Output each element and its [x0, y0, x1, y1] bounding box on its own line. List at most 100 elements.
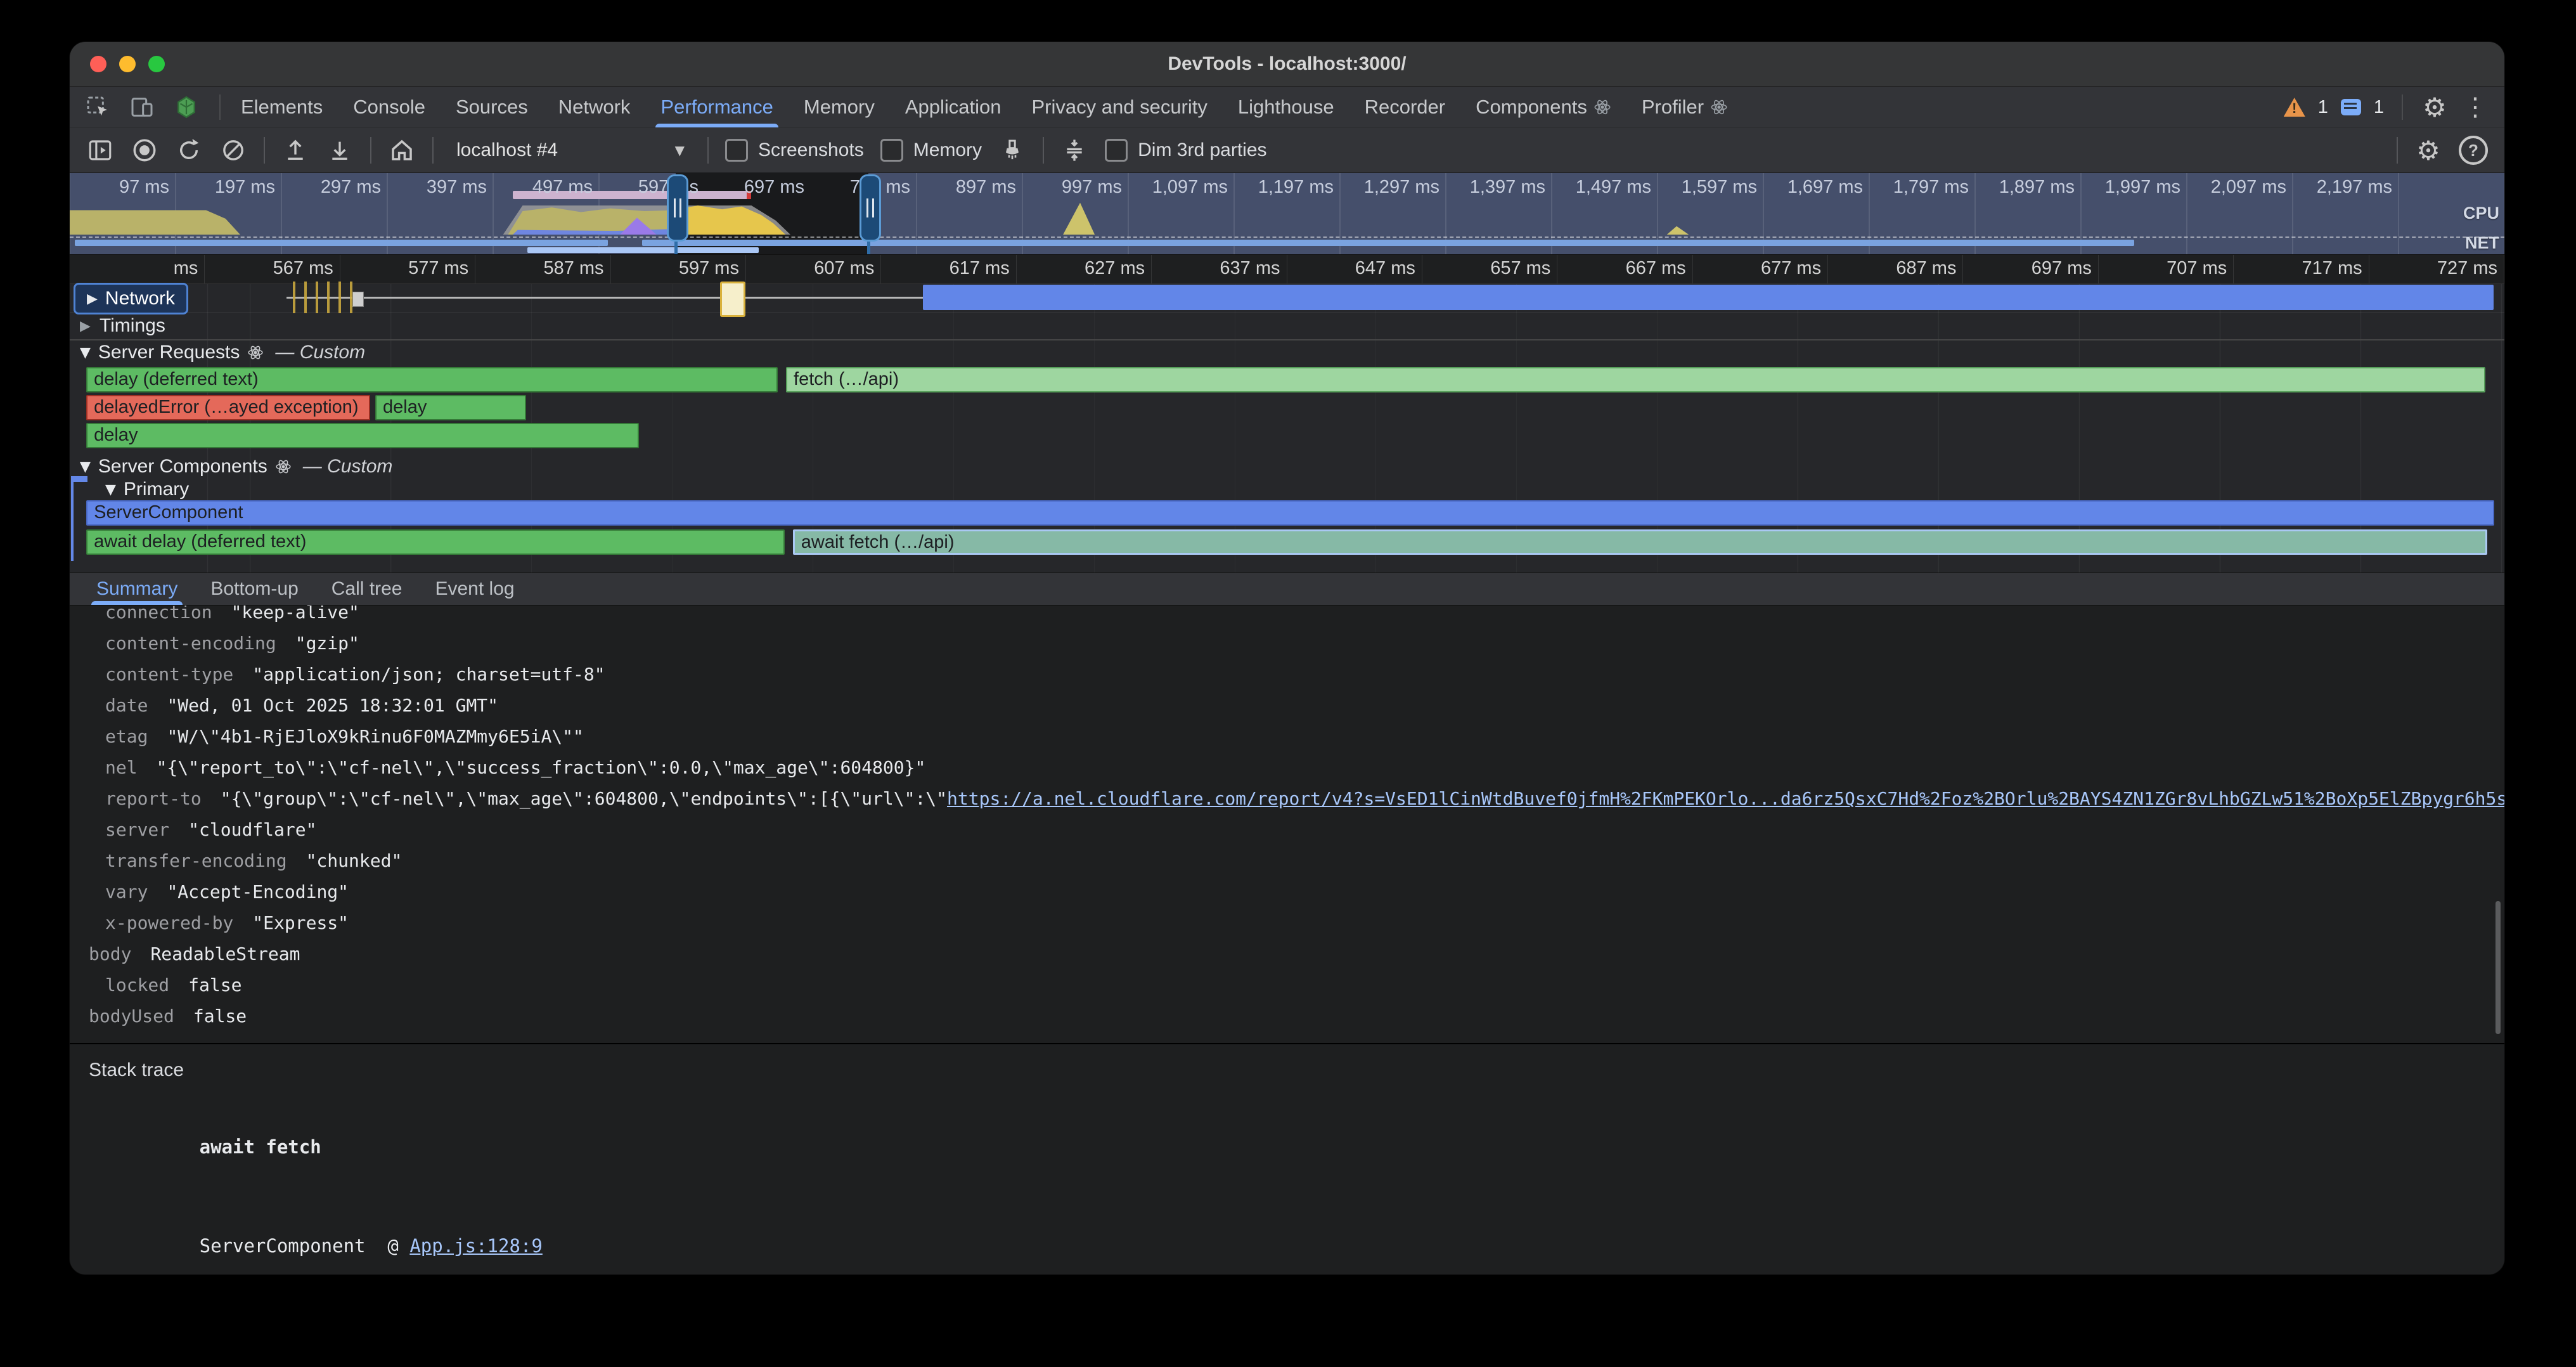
timing-bar[interactable]: await delay (deferred text)	[86, 529, 785, 555]
timeline-overview[interactable]: 97 ms197 ms297 ms397 ms497 ms597 ms697 m…	[70, 173, 2504, 255]
memory-checkbox[interactable]: Memory	[880, 139, 982, 162]
checkbox-box	[725, 139, 748, 162]
property-row: x-powered-by"Express"	[89, 907, 2504, 938]
profile-select[interactable]: localhost #4 ▼	[450, 139, 691, 161]
overview-tick-label: 2,097 ms	[2211, 177, 2293, 198]
property-value: "{\"group\":\"cf-nel\",\"max_age\":60480…	[221, 788, 947, 809]
stack-frames: await fetch ServerComponent@ App.js:128:…	[89, 1098, 2485, 1275]
timings-track[interactable]: ▶ Timings	[70, 313, 2504, 340]
property-key: server	[105, 819, 169, 840]
detail-tab[interactable]: Event log	[421, 573, 528, 605]
kebab-menu-icon[interactable]: ⋮	[2461, 93, 2489, 121]
panel-tab[interactable]: Elements	[226, 87, 338, 127]
group-selection-tick	[71, 476, 87, 482]
flamechart-tracks[interactable]: ▶ Network ▶ Timings ▼ Server Requests — …	[70, 284, 2504, 573]
scrollbar-thumb[interactable]	[2496, 901, 2501, 1034]
summary-pane[interactable]: connection"keep-alive" content-encoding"…	[70, 606, 2504, 1043]
timing-bar[interactable]: fetch (…/api)	[786, 367, 2485, 392]
react-atom-icon	[1710, 98, 1728, 116]
panel-tab[interactable]: Profiler	[1626, 87, 1743, 127]
reload-record-icon[interactable]	[175, 136, 203, 164]
inspect-element-icon[interactable]	[84, 93, 112, 121]
network-request-bar-long[interactable]	[923, 285, 2493, 310]
timing-bar[interactable]: delayedError (…ayed exception)	[86, 395, 370, 420]
capture-settings-gear-icon[interactable]: ⚙	[2414, 136, 2442, 164]
garbage-collect-brush-icon[interactable]	[998, 136, 1026, 164]
settings-gear-icon[interactable]: ⚙	[2421, 93, 2449, 121]
timing-bar[interactable]: delay (deferred text)	[86, 367, 778, 392]
panel-tab[interactable]: Memory	[789, 87, 890, 127]
ruler-tick-label: 607 ms	[746, 255, 881, 283]
ruler-tick-label: 727 ms	[2369, 255, 2504, 283]
timing-bar[interactable]: delay	[375, 395, 526, 420]
clear-icon[interactable]	[219, 136, 247, 164]
timing-bar[interactable]: delay	[86, 423, 639, 448]
tabbar-left-icons	[70, 93, 214, 121]
help-icon[interactable]: ?	[2459, 136, 2488, 165]
record-button[interactable]	[131, 136, 158, 164]
server-requests-bars: delay (deferred text) fetch (…/api) delaye…	[70, 367, 2504, 451]
toggle-sidebar-icon[interactable]	[86, 136, 114, 164]
property-row: bodyUsedfalse	[89, 1001, 2504, 1032]
network-track-label[interactable]: ▶ Network	[74, 283, 188, 314]
checkbox-box	[880, 139, 903, 162]
divider	[264, 137, 265, 164]
download-profile-icon[interactable]	[326, 136, 354, 164]
console-message-icon[interactable]	[2341, 99, 2361, 115]
extension-icon[interactable]	[172, 93, 200, 121]
property-value: "W/\"4b1-RjEJloX9kRinu6F0MAZMmy6E5iA\""	[167, 726, 583, 747]
disclosure-triangle-icon[interactable]: ▶	[87, 291, 98, 307]
detail-tab[interactable]: Call tree	[318, 573, 416, 605]
primary-subtrack[interactable]: ▼ Primary	[70, 479, 2504, 500]
panel-tab[interactable]: Components	[1460, 87, 1626, 127]
react-atom-icon	[247, 344, 264, 361]
server-components-header[interactable]: ▼ Server Components — Custom	[70, 455, 2504, 479]
panel-tab[interactable]: Privacy and security	[1017, 87, 1223, 127]
collapse-flame-icon[interactable]	[1060, 136, 1088, 164]
disclosure-triangle-icon[interactable]: ▼	[80, 345, 91, 361]
checkbox-box	[1105, 139, 1128, 162]
handle-grip[interactable]	[667, 174, 688, 242]
source-location-link[interactable]: App.js:128:9	[409, 1235, 543, 1257]
ruler-tick-label: 637 ms	[1152, 255, 1287, 283]
panel-tab[interactable]: Performance	[645, 87, 788, 127]
panel-tab[interactable]: Console	[338, 87, 441, 127]
divider	[219, 94, 221, 120]
detail-tabs: SummaryBottom-upCall treeEvent log	[70, 573, 2504, 606]
property-row: etag"W/\"4b1-RjEJloX9kRinu6F0MAZMmy6E5iA…	[89, 721, 2504, 752]
panel-tab[interactable]: Lighthouse	[1223, 87, 1349, 127]
server-requests-header[interactable]: ▼ Server Requests — Custom	[70, 340, 2504, 365]
report-url-link[interactable]: https://a.nel.cloudflare.com/report/v4?s…	[947, 788, 2504, 809]
dim-3rd-parties-checkbox[interactable]: Dim 3rd parties	[1105, 139, 1266, 162]
devtools-window: DevTools - localhost:3000/ Elements Cons…	[69, 41, 2505, 1275]
device-toolbar-icon[interactable]	[128, 93, 156, 121]
handle-grip[interactable]	[860, 174, 881, 242]
timing-bar[interactable]: ServerComponent	[86, 500, 2494, 526]
panel-tab[interactable]: Application	[890, 87, 1017, 127]
screenshots-checkbox[interactable]: Screenshots	[725, 139, 864, 162]
network-request-bar-small[interactable]	[720, 282, 745, 317]
property-key: bodyUsed	[89, 1006, 174, 1027]
home-icon[interactable]	[388, 136, 416, 164]
upload-profile-icon[interactable]	[281, 136, 309, 164]
network-track[interactable]: ▶ Network	[70, 284, 2504, 313]
overview-tick-label: 897 ms	[956, 177, 1022, 198]
property-key: locked	[105, 975, 169, 995]
overview-tick-label: 97 ms	[119, 177, 176, 198]
disclosure-triangle-icon[interactable]: ▶	[80, 318, 91, 334]
stack-frame: ServerComponent@ App.js:128:9	[89, 1196, 2485, 1275]
property-value: "Accept-Encoding"	[167, 881, 349, 902]
disclosure-triangle-icon[interactable]: ▼	[80, 459, 91, 475]
overview-tick-label: 1,697 ms	[1787, 177, 1869, 198]
detail-tab[interactable]: Summary	[82, 573, 191, 605]
warning-icon[interactable]	[2284, 98, 2305, 117]
panel-tab[interactable]: Network	[543, 87, 646, 127]
property-row: content-encoding"gzip"	[89, 628, 2504, 659]
detail-tab[interactable]: Bottom-up	[196, 573, 312, 605]
disclosure-triangle-icon[interactable]: ▼	[105, 482, 116, 498]
property-value: ReadableStream	[150, 943, 300, 964]
timing-bar[interactable]: await fetch (…/api)	[793, 529, 2487, 555]
panel-tab[interactable]: Sources	[441, 87, 543, 127]
panel-tab[interactable]: Recorder	[1349, 87, 1461, 127]
overview-tick-label: 197 ms	[215, 177, 281, 198]
